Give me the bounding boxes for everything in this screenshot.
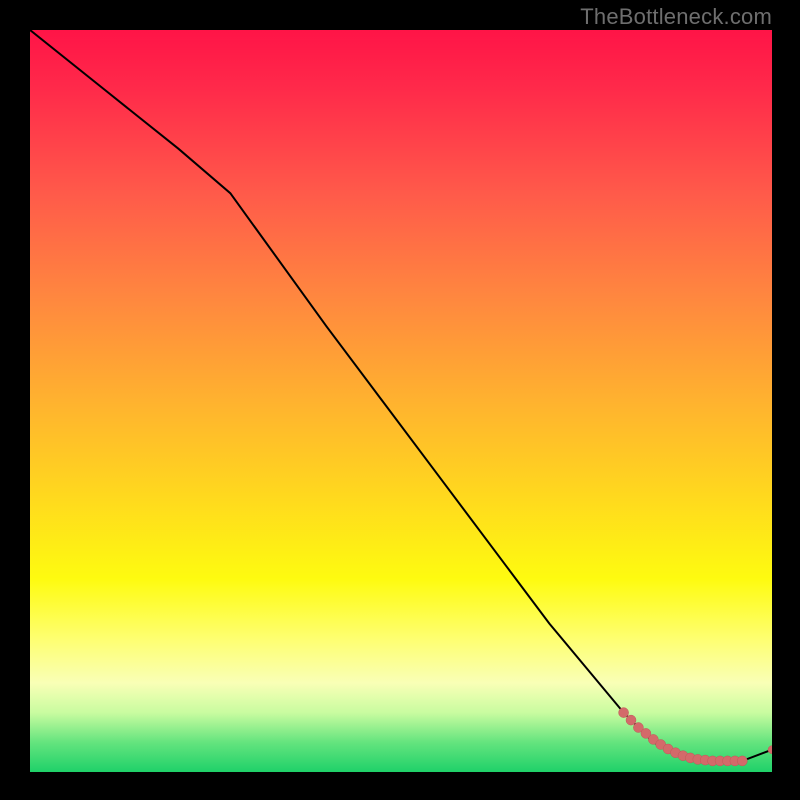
watermark-text: TheBottleneck.com xyxy=(580,4,772,30)
chart-stage: TheBottleneck.com xyxy=(0,0,800,800)
plot-area xyxy=(30,30,772,772)
